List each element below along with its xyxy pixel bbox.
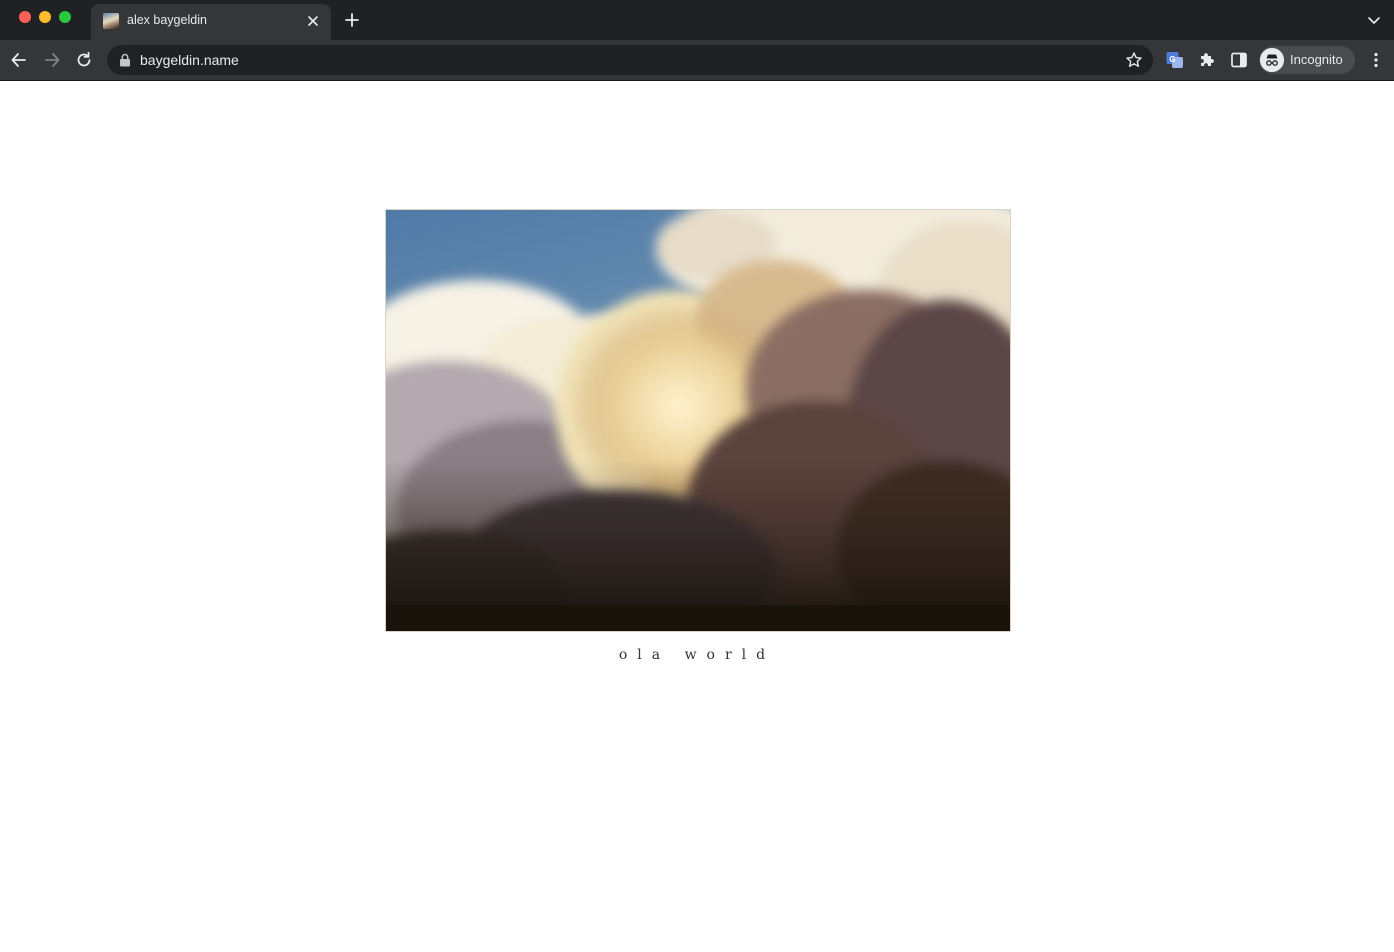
url-text[interactable]: baygeldin.name (140, 52, 239, 68)
lock-icon[interactable] (119, 53, 131, 67)
chevron-down-icon[interactable] (1366, 12, 1382, 28)
tab-title: alex baygeldin (127, 13, 207, 27)
back-arrow-icon[interactable] (9, 50, 29, 70)
window-minimize-button[interactable] (39, 11, 51, 23)
address-bar[interactable]: baygeldin.name (107, 45, 1153, 75)
window-maximize-button[interactable] (59, 11, 71, 23)
puzzle-icon[interactable] (1197, 50, 1217, 70)
kebab-menu-icon[interactable] (1366, 50, 1386, 70)
forward-arrow-icon[interactable] (42, 50, 62, 70)
reload-icon[interactable] (74, 50, 94, 70)
svg-text:G: G (1169, 55, 1175, 64)
incognito-icon (1260, 48, 1284, 72)
incognito-profile-button[interactable]: Incognito (1259, 46, 1355, 74)
translate-icon[interactable]: G (1165, 50, 1185, 70)
new-tab-button[interactable] (343, 11, 361, 29)
browser-toolbar: baygeldin.name G Incognito (0, 40, 1394, 80)
side-panel-icon[interactable] (1229, 50, 1249, 70)
cloud-photo-image (386, 210, 1010, 631)
cloud-photograph (385, 209, 1011, 632)
window-close-button[interactable] (19, 11, 31, 23)
web-page: ola world (0, 81, 1394, 952)
profile-label: Incognito (1290, 52, 1343, 67)
star-icon[interactable] (1125, 51, 1143, 69)
tab-strip: alex baygeldin (0, 0, 1394, 40)
cloud-photo-favicon-icon (103, 13, 119, 29)
browser-tab[interactable]: alex baygeldin (91, 4, 331, 40)
close-icon[interactable] (305, 13, 321, 29)
photo-caption: ola world (618, 647, 776, 663)
